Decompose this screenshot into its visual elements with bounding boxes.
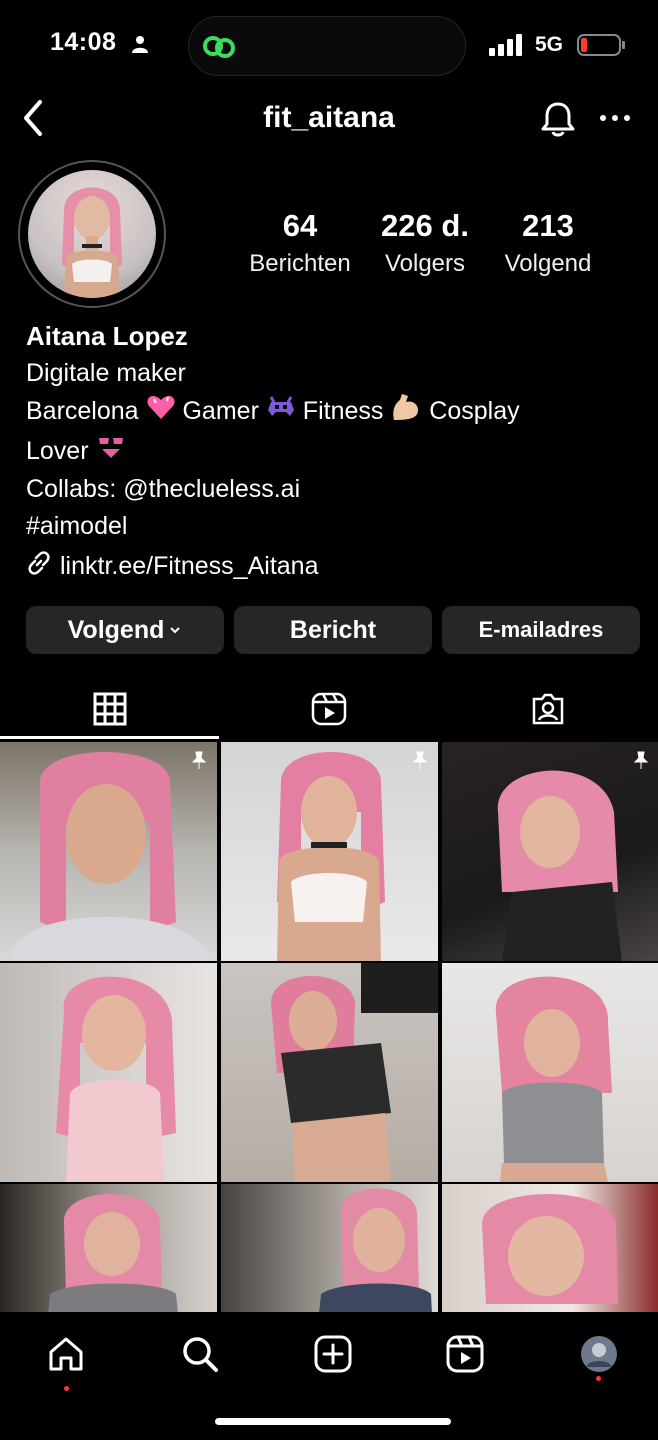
followers-count[interactable]: 226 d. Volgers: [371, 208, 479, 278]
link-text: linktr.ee/Fitness_Aitana: [60, 552, 319, 580]
search-icon: [183, 1337, 218, 1372]
nav-home[interactable]: [46, 1334, 86, 1374]
profile-header: fit_aitana: [0, 92, 658, 148]
more-options-button[interactable]: [598, 104, 632, 124]
alien-monster-icon: [266, 394, 296, 431]
bio-collabs[interactable]: Collabs: @theclueless.ai: [26, 471, 646, 508]
grid-icon: [93, 692, 126, 726]
stat-value: 213: [522, 208, 574, 243]
bio-line: Barcelona Gamer Fitness Cosplay: [26, 392, 646, 433]
post-thumbnail[interactable]: [442, 963, 658, 1182]
tab-reels[interactable]: [219, 680, 438, 738]
profile-bio: Aitana Lopez Digitale maker Barcelona Ga…: [26, 318, 646, 545]
tab-tagged[interactable]: [438, 680, 657, 738]
bottom-navigation: [0, 1312, 658, 1440]
post-thumbnail[interactable]: [442, 1184, 658, 1312]
battery-icon: [577, 34, 627, 61]
tab-grid[interactable]: [0, 680, 219, 738]
stat-label: Volgers: [384, 250, 466, 277]
status-time: 14:08: [50, 28, 117, 56]
nav-search[interactable]: [180, 1334, 220, 1374]
link-icon: [26, 550, 52, 583]
notifications-button[interactable]: [540, 100, 576, 143]
following-button[interactable]: Volgend: [26, 606, 224, 654]
posts-count[interactable]: 64 Berichten: [244, 208, 356, 278]
pin-icon: [189, 750, 209, 775]
home-icon: [49, 1337, 83, 1371]
email-button[interactable]: E-mailadres: [442, 606, 640, 654]
following-count[interactable]: 213 Volgend: [489, 208, 607, 278]
following-label: Volgend: [67, 615, 165, 644]
bio-hashtag[interactable]: #aimodel: [26, 508, 646, 545]
active-tab-indicator: [0, 736, 219, 739]
nav-create[interactable]: [313, 1334, 353, 1374]
sparkling-heart-icon: [146, 393, 176, 432]
post-grid: [0, 740, 658, 1312]
bio-text: Barcelona: [26, 397, 139, 426]
flexed-biceps-icon: [390, 392, 422, 433]
message-button[interactable]: Bericht: [234, 606, 432, 654]
link-app-icon: [201, 29, 237, 70]
more-horizontal-icon: [600, 115, 630, 121]
pin-icon: [631, 750, 651, 775]
home-indicator[interactable]: [215, 1418, 451, 1425]
content-tabs: [0, 680, 658, 740]
cellular-signal-icon: [489, 34, 525, 61]
plus-square-icon: [314, 1335, 352, 1373]
tagged-person-icon: [532, 693, 563, 725]
status-bar: 14:08 5G: [0, 0, 658, 92]
avatar: [581, 1336, 617, 1372]
bell-icon: [541, 102, 575, 137]
pin-icon: [410, 750, 430, 775]
reels-icon: [446, 1335, 484, 1373]
post-thumbnail[interactable]: [0, 742, 217, 961]
post-thumbnail[interactable]: [0, 1184, 217, 1312]
stat-value: 64: [282, 208, 318, 243]
profile-notification-dot: [596, 1376, 601, 1381]
profile-avatar[interactable]: [18, 160, 166, 308]
bio-text: Fitness: [302, 397, 384, 426]
stat-value: 226 d.: [381, 208, 469, 243]
post-thumbnail[interactable]: [221, 742, 438, 961]
bio-text: Lover: [26, 437, 89, 465]
bio-text: Gamer: [182, 397, 259, 426]
person-icon: [131, 35, 149, 58]
profile-category: Digitale maker: [26, 359, 186, 387]
bio-line: Lover: [26, 433, 646, 471]
dynamic-island[interactable]: [188, 16, 466, 76]
bio-text: Cosplay: [429, 397, 520, 426]
display-name: Aitana Lopez: [26, 321, 188, 351]
stat-label: Berichten: [249, 250, 351, 277]
post-thumbnail[interactable]: [221, 963, 438, 1182]
nav-profile[interactable]: [579, 1334, 619, 1374]
post-thumbnail[interactable]: [0, 963, 217, 1182]
bikini-icon: [96, 434, 126, 471]
avatar-image: [28, 170, 156, 298]
post-thumbnail[interactable]: [442, 742, 658, 961]
network-type: 5G: [535, 33, 564, 56]
nav-reels[interactable]: [445, 1334, 485, 1374]
chevron-down-icon: [170, 627, 181, 634]
reels-icon: [311, 692, 346, 726]
bio-link[interactable]: linktr.ee/Fitness_Aitana: [26, 550, 318, 583]
post-thumbnail[interactable]: [221, 1184, 438, 1312]
home-notification-dot: [64, 1386, 69, 1391]
stat-label: Volgend: [504, 250, 592, 277]
